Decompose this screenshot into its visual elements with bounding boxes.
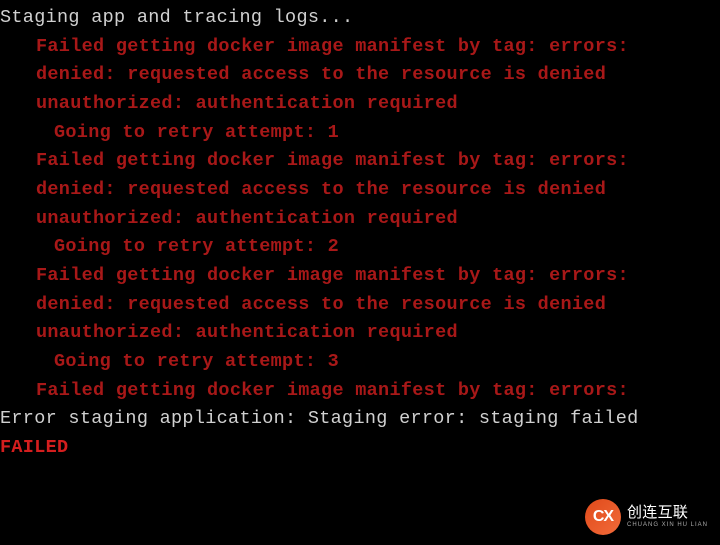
error-line: Failed getting docker image manifest by … — [0, 147, 720, 176]
summary-line: Error staging application: Staging error… — [0, 405, 720, 434]
error-line: Failed getting docker image manifest by … — [0, 262, 720, 291]
watermark-sub: CHUANG XIN HU LIAN — [627, 522, 708, 529]
retry-line: Going to retry attempt: 3 — [0, 348, 720, 377]
error-line: denied: requested access to the resource… — [0, 291, 720, 320]
watermark: CX 创连互联 CHUANG XIN HU LIAN — [585, 499, 708, 535]
watermark-text: 创连互联 CHUANG XIN HU LIAN — [627, 505, 708, 528]
watermark-logo-icon: CX — [585, 499, 621, 535]
error-line: unauthorized: authentication required — [0, 90, 720, 119]
error-line: Failed getting docker image manifest by … — [0, 33, 720, 62]
error-line: Failed getting docker image manifest by … — [0, 377, 720, 406]
status-line: Staging app and tracing logs... — [0, 4, 720, 33]
retry-line: Going to retry attempt: 1 — [0, 119, 720, 148]
retry-line: Going to retry attempt: 2 — [0, 233, 720, 262]
error-line: unauthorized: authentication required — [0, 205, 720, 234]
watermark-main: 创连互联 — [627, 505, 708, 522]
error-line: denied: requested access to the resource… — [0, 61, 720, 90]
failed-line: FAILED — [0, 434, 720, 463]
terminal-output: Staging app and tracing logs... Failed g… — [0, 4, 720, 545]
error-line: denied: requested access to the resource… — [0, 176, 720, 205]
error-line: unauthorized: authentication required — [0, 319, 720, 348]
